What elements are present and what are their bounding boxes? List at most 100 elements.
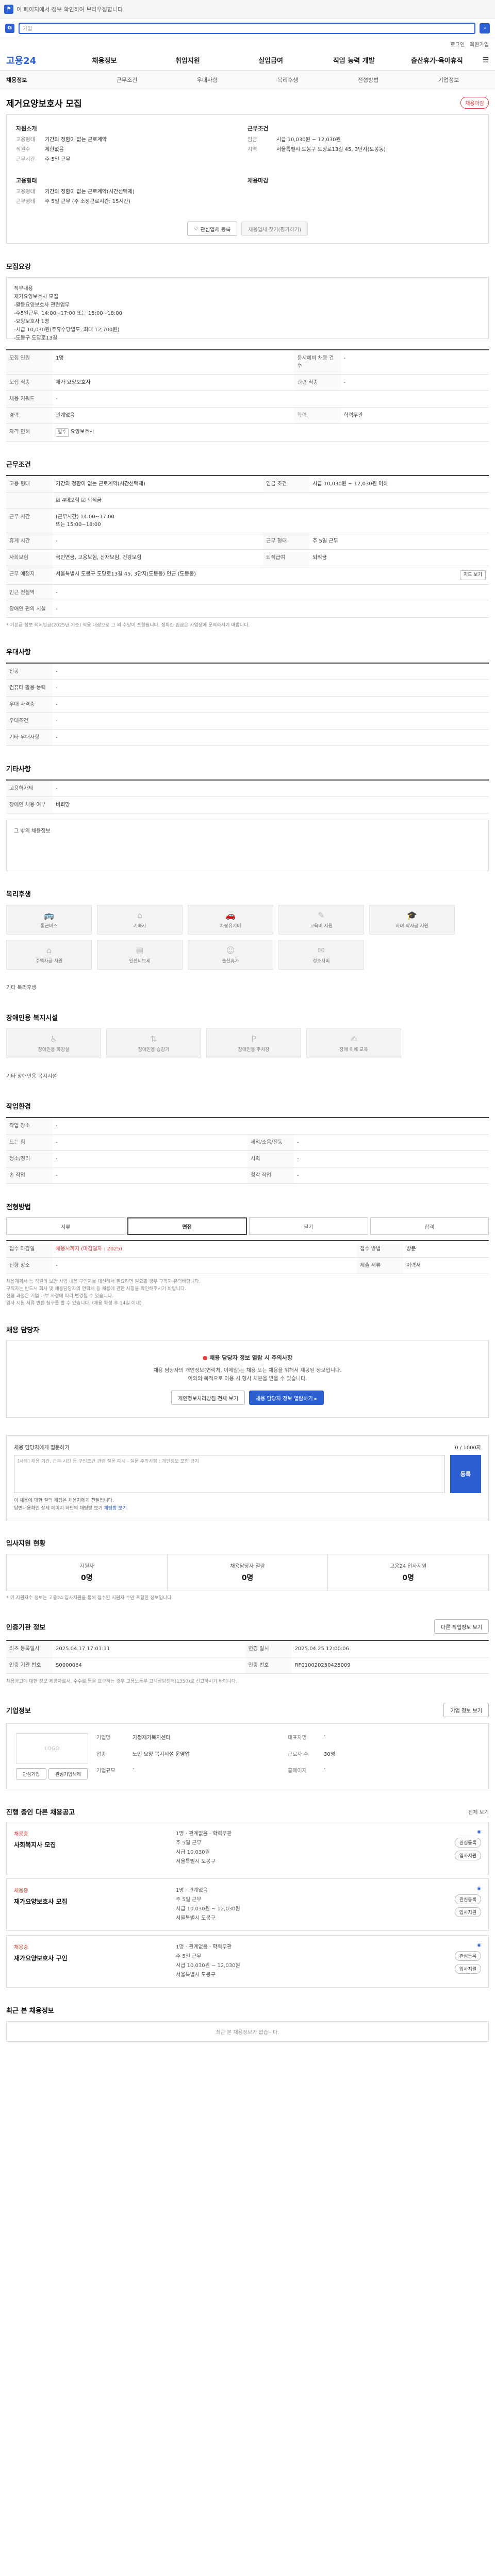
cell-value: 채용시까지 (마감일자 : 2025) xyxy=(53,1241,357,1258)
unfav-company-button[interactable]: 관심기업해제 xyxy=(48,1768,88,1780)
home-icon: ⌂ xyxy=(46,945,52,955)
qa-textarea[interactable]: [사례] 채용 기간, 근무 시간 등 구인조건 관련 질문 예시 - 질문 주… xyxy=(14,1455,445,1493)
license-name: 요양보호사 xyxy=(70,429,94,435)
stat-applicants: 지원자 0명 xyxy=(7,1554,168,1590)
kv-value: 제한없음 xyxy=(45,147,64,152)
tab-pass[interactable]: 합격 xyxy=(370,1217,489,1235)
find-company-button[interactable]: 채용업체 찾기(평가하기) xyxy=(241,222,308,236)
cell-value: 이력서 xyxy=(403,1257,489,1274)
search-icon[interactable]: ⌕ xyxy=(480,23,490,33)
job-title[interactable]: 재가요양보호사 구인 xyxy=(14,1954,169,1962)
gnb-item-training[interactable]: 직업 능력 개발 xyxy=(312,55,395,65)
sub-item-welfare[interactable]: 복리후생 xyxy=(248,76,328,84)
duty-text: 직무내용 재가요양보호사 모집 -활동요양보호사 관련업무 -주5일근무, 14… xyxy=(6,277,489,341)
qa-submit-button[interactable]: 등록 xyxy=(450,1455,481,1493)
gnb-item-jobs[interactable]: 채용정보 xyxy=(63,55,146,65)
cell-value: - xyxy=(53,1134,248,1151)
cell-key: 근무 시간 xyxy=(6,509,53,533)
company-info-button[interactable]: 기업 정보 보기 xyxy=(443,1703,489,1717)
gnb-item-support[interactable]: 취업지원 xyxy=(146,55,229,65)
cell-key: 최초 등록일시 xyxy=(6,1640,53,1657)
fav-company-button[interactable]: 관심기업 xyxy=(16,1768,47,1780)
job-fav-button[interactable]: 관심등록 xyxy=(454,1894,481,1904)
view-contact-button[interactable]: 채용 담당자 정보 열람하기 ▸ xyxy=(249,1391,324,1405)
chart-icon: ▤ xyxy=(136,945,144,955)
favorite-button[interactable]: ♡ 관심업체 등록 xyxy=(187,222,238,236)
job-item: 시급 10,030원 ~ 12,030원 xyxy=(176,1963,240,1969)
privacy-policy-button[interactable]: 개인정보처리방침 전체 보기 xyxy=(171,1391,245,1405)
signup-link[interactable]: 회원가입 xyxy=(470,40,489,48)
welfare-item: ⌂ 기숙사 xyxy=(97,905,183,935)
cell-value: - xyxy=(53,1167,248,1184)
qa-bullets: 이 채용에 대한 질의 채팅은 채용자에게 전달됩니다. 답변내용확인 상세 페… xyxy=(14,1497,481,1513)
field-value: - xyxy=(324,1766,326,1772)
list-section: 진행 중인 다른 채용공고 전체 보기 채용중 사회복지사 모집 1명 · 관계없… xyxy=(6,1807,489,1988)
job-apply-button[interactable]: 입사지원 xyxy=(454,1907,481,1917)
job-fav-button[interactable]: 관심등록 xyxy=(454,1951,481,1961)
job-card[interactable]: 채용중 재가요양보호사 모집 1명 · 관계없음 주 5일 근무 시급 10,030원… xyxy=(6,1878,489,1931)
welfare-label: 인센티브제 xyxy=(129,959,151,964)
cell-value: ☑ 4대보험 ☑ 퇴직금 xyxy=(53,492,489,509)
field-value: 가정재가복지센터 xyxy=(133,1735,171,1741)
bus-icon: 🚌 xyxy=(44,910,54,920)
sub-item-pref[interactable]: 우대사항 xyxy=(167,76,248,84)
welfare-other: 기타 복리후생 xyxy=(6,985,37,991)
qa-count: 0 / 1000자 xyxy=(455,1445,481,1451)
job-title[interactable]: 사회복지사 모집 xyxy=(14,1840,169,1849)
job-card[interactable]: 채용중 사회복지사 모집 1명 · 관계없음 · 학력무관 주 5일 근무 시급 10… xyxy=(6,1822,489,1874)
toilet-icon: ♿ xyxy=(50,1034,58,1044)
sub-item-company[interactable]: 기업정보 xyxy=(408,76,489,84)
gnb-item-benefit[interactable]: 실업급여 xyxy=(229,55,312,65)
cond-section: 근무조건 고용 형태 기간의 정함이 없는 근로계약(시간선택제) 임금 조건 시급 … xyxy=(6,459,489,629)
job-apply-button[interactable]: 입사지원 xyxy=(454,1964,481,1974)
gnb-item-leave[interactable]: 출산휴가·육아휴직 xyxy=(395,55,478,65)
tab-interview[interactable]: 면접 xyxy=(127,1217,247,1235)
other-info-button[interactable]: 다른 직업정보 보기 xyxy=(434,1619,489,1634)
gov-seal-icon: ◉ xyxy=(477,1886,481,1891)
env-title: 작업환경 xyxy=(6,1103,31,1111)
welfare-label: 자녀 학자금 지원 xyxy=(395,924,428,929)
apply-section: 입사지원 현황 지원자 0명 채용담당자 열람 0명 고용24 입사지원 0명 * 위… xyxy=(6,1538,489,1602)
company-grid: 기업명 가정재가복지센터 대표자명 - 업종 노인 요양 복지시설 운영업 근로자 수… xyxy=(96,1733,479,1780)
warn-text: 채용 담당자 정보 열람 시 주의사항 xyxy=(209,1354,293,1361)
chat-link[interactable]: 채팅방 보기 xyxy=(104,1506,127,1511)
welfare-item: ▤ 인센티브제 xyxy=(97,940,183,970)
cell-value: - xyxy=(53,584,489,601)
stat-label: 고용24 입사지원 xyxy=(390,1564,427,1569)
disab-icons: ♿ 장애인용 화장실 ⇅ 장애인용 승강기 P 장애인용 주차장 ✍ 장애 이해 교육 xyxy=(6,1028,489,1058)
cell-value: 2025.04.17 17:01:11 xyxy=(53,1640,245,1657)
cell-key: 청소/정리 xyxy=(6,1150,53,1167)
cell-value: - xyxy=(53,729,489,746)
cell-key: 세척/소음/진동 xyxy=(248,1134,294,1151)
sub-item-recruit[interactable]: 채용정보 xyxy=(6,76,87,84)
cell-key: 기타 우대사항 xyxy=(6,729,53,746)
sub-item-process[interactable]: 전형방법 xyxy=(328,76,408,84)
tab-document[interactable]: 서류 xyxy=(6,1217,125,1235)
disab-title: 장애인용 복지시설 xyxy=(6,1014,58,1022)
process-table: 접수 마감일 채용시까지 (마감일자 : 2025) 접수 방법 방문 전형 장소 - 제… xyxy=(6,1240,489,1274)
apply-stats: 지원자 0명 채용담당자 열람 0명 고용24 입사지원 0명 xyxy=(6,1554,489,1590)
cell-key: 근무 형태 xyxy=(263,533,310,550)
welfare-item: ⌂ 주택자금 지원 xyxy=(6,940,92,970)
job-item: 1명 · 관계없음 · 학력무관 xyxy=(176,1944,232,1950)
summary-right2-cap: 채용마감 xyxy=(248,177,269,184)
cell-key: 사회보험 xyxy=(6,549,53,566)
job-fav-button[interactable]: 관심등록 xyxy=(454,1838,481,1848)
job-item: 서울특별시 도봉구 xyxy=(176,1859,216,1865)
login-link[interactable]: 로그인 xyxy=(451,40,465,48)
cell-key: 시력 xyxy=(248,1150,294,1167)
list-more-link[interactable]: 전체 보기 xyxy=(468,1808,489,1816)
job-card[interactable]: 채용중 재가요양보호사 구인 1명 · 관계없음 · 학력무관 주 5일 근무 시급 … xyxy=(6,1935,489,1988)
warn-title: ● 채용 담당자 정보 열람 시 주의사항 xyxy=(19,1353,476,1362)
cell-key: 학력 xyxy=(294,407,341,424)
menu-icon[interactable]: ☰ xyxy=(478,56,489,64)
search-input[interactable]: 가입 xyxy=(19,22,475,34)
cell-value: 국민연금, 고용보험, 산재보험, 건강보험 xyxy=(53,549,263,566)
map-button[interactable]: 지도 보기 xyxy=(460,570,486,580)
job-apply-button[interactable]: 입사지원 xyxy=(454,1851,481,1860)
sub-item-cond[interactable]: 근무조건 xyxy=(87,76,167,84)
field-key: 기업규모 xyxy=(96,1768,116,1774)
job-title[interactable]: 재가요양보호사 모집 xyxy=(14,1897,169,1906)
tab-written[interactable]: 필기 xyxy=(249,1217,368,1235)
site-logo[interactable]: 고용24 xyxy=(6,54,63,67)
